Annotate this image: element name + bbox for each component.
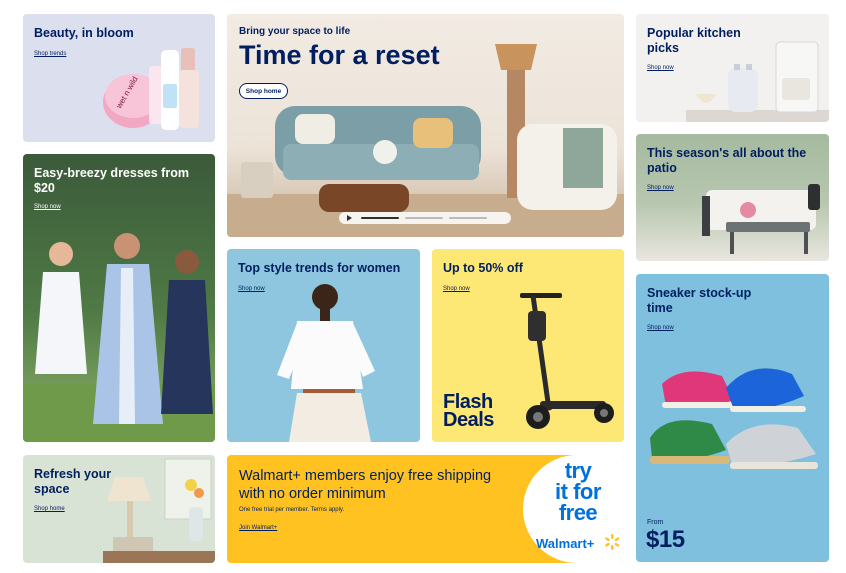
sneakers-image: [642, 354, 829, 504]
carousel-dot-3[interactable]: [449, 217, 487, 219]
sneaker-price: $15: [646, 526, 685, 553]
play-icon[interactable]: [347, 215, 352, 221]
hero-kicker: Bring your space to life: [239, 26, 351, 37]
flash-deals-badge: Flash Deals: [443, 392, 494, 431]
kitchen-appliances-image: [686, 24, 829, 122]
deals-label: Deals: [443, 409, 494, 431]
hero-carousel-indicator[interactable]: [339, 212, 511, 224]
beauty-shop-link[interactable]: Shop trends: [34, 51, 66, 57]
dresses-tile[interactable]: Easy-breezy dresses from $20 Shop now: [23, 154, 215, 442]
beauty-tile[interactable]: Beauty, in bloom Shop trends wet n wild: [23, 14, 215, 142]
deals-shop-link[interactable]: Shop now: [443, 286, 470, 292]
carousel-dot-2[interactable]: [405, 217, 443, 219]
sneaker-title: Sneaker stock-up time: [647, 286, 752, 315]
beauty-title: Beauty, in bloom: [34, 26, 134, 40]
free-line: free: [558, 500, 598, 525]
carousel-dot-1[interactable]: [361, 217, 399, 219]
sneaker-tile[interactable]: Sneaker stock-up time Shop now From $15: [636, 274, 829, 562]
kitchen-shop-link[interactable]: Shop now: [647, 65, 674, 71]
dresses-shop-link[interactable]: Shop now: [34, 204, 61, 210]
try-line: try: [564, 458, 592, 483]
walmart-plus-tile[interactable]: Walmart+ members enjoy free shipping wit…: [227, 455, 624, 563]
refresh-space-tile[interactable]: Refresh your space Shop home: [23, 455, 215, 563]
sneaker-shop-link[interactable]: Shop now: [647, 325, 674, 331]
walmart-plus-fineprint: One free trial per member. Terms apply.: [239, 507, 345, 513]
style-trends-tile[interactable]: Top style trends for women Shop now: [227, 249, 420, 442]
deals-title: Up to 50% off: [443, 261, 523, 275]
try-free-text: try it for free: [533, 458, 623, 525]
scooter-image: [514, 289, 620, 435]
dresses-title: Easy-breezy dresses from $20: [34, 166, 189, 195]
refresh-decor-image: [103, 455, 215, 563]
style-shop-link[interactable]: Shop now: [238, 286, 265, 292]
walmart-plus-headline: Walmart+ members enjoy free shipping wit…: [239, 468, 492, 502]
style-model-image: [267, 279, 397, 442]
sneaker-from-label: From: [647, 519, 664, 526]
patio-shop-link[interactable]: Shop now: [647, 185, 674, 191]
dresses-models-image: [23, 224, 215, 442]
flash-deals-tile[interactable]: Up to 50% off Shop now Flash Deals: [432, 249, 624, 442]
walmart-plus-logo: Walmart+: [536, 534, 620, 551]
patio-tile[interactable]: This season's all about the patio Shop n…: [636, 134, 829, 261]
style-title: Top style trends for women: [238, 261, 401, 275]
join-walmart-plus-link[interactable]: Join Walmart+: [239, 525, 277, 531]
living-room-image: [227, 44, 624, 237]
spark-icon: [604, 534, 620, 555]
hero-banner[interactable]: Bring your space to life Time for a rese…: [227, 14, 624, 237]
walmart-plus-wordmark: Walmart+: [536, 536, 595, 551]
patio-furniture-image: [696, 170, 829, 261]
refresh-shop-link[interactable]: Shop home: [34, 506, 65, 512]
it-for-line: it for: [555, 479, 601, 504]
kitchen-tile[interactable]: Popular kitchen picks Shop now: [636, 14, 829, 122]
beauty-products-image: wet n wild: [101, 44, 211, 142]
